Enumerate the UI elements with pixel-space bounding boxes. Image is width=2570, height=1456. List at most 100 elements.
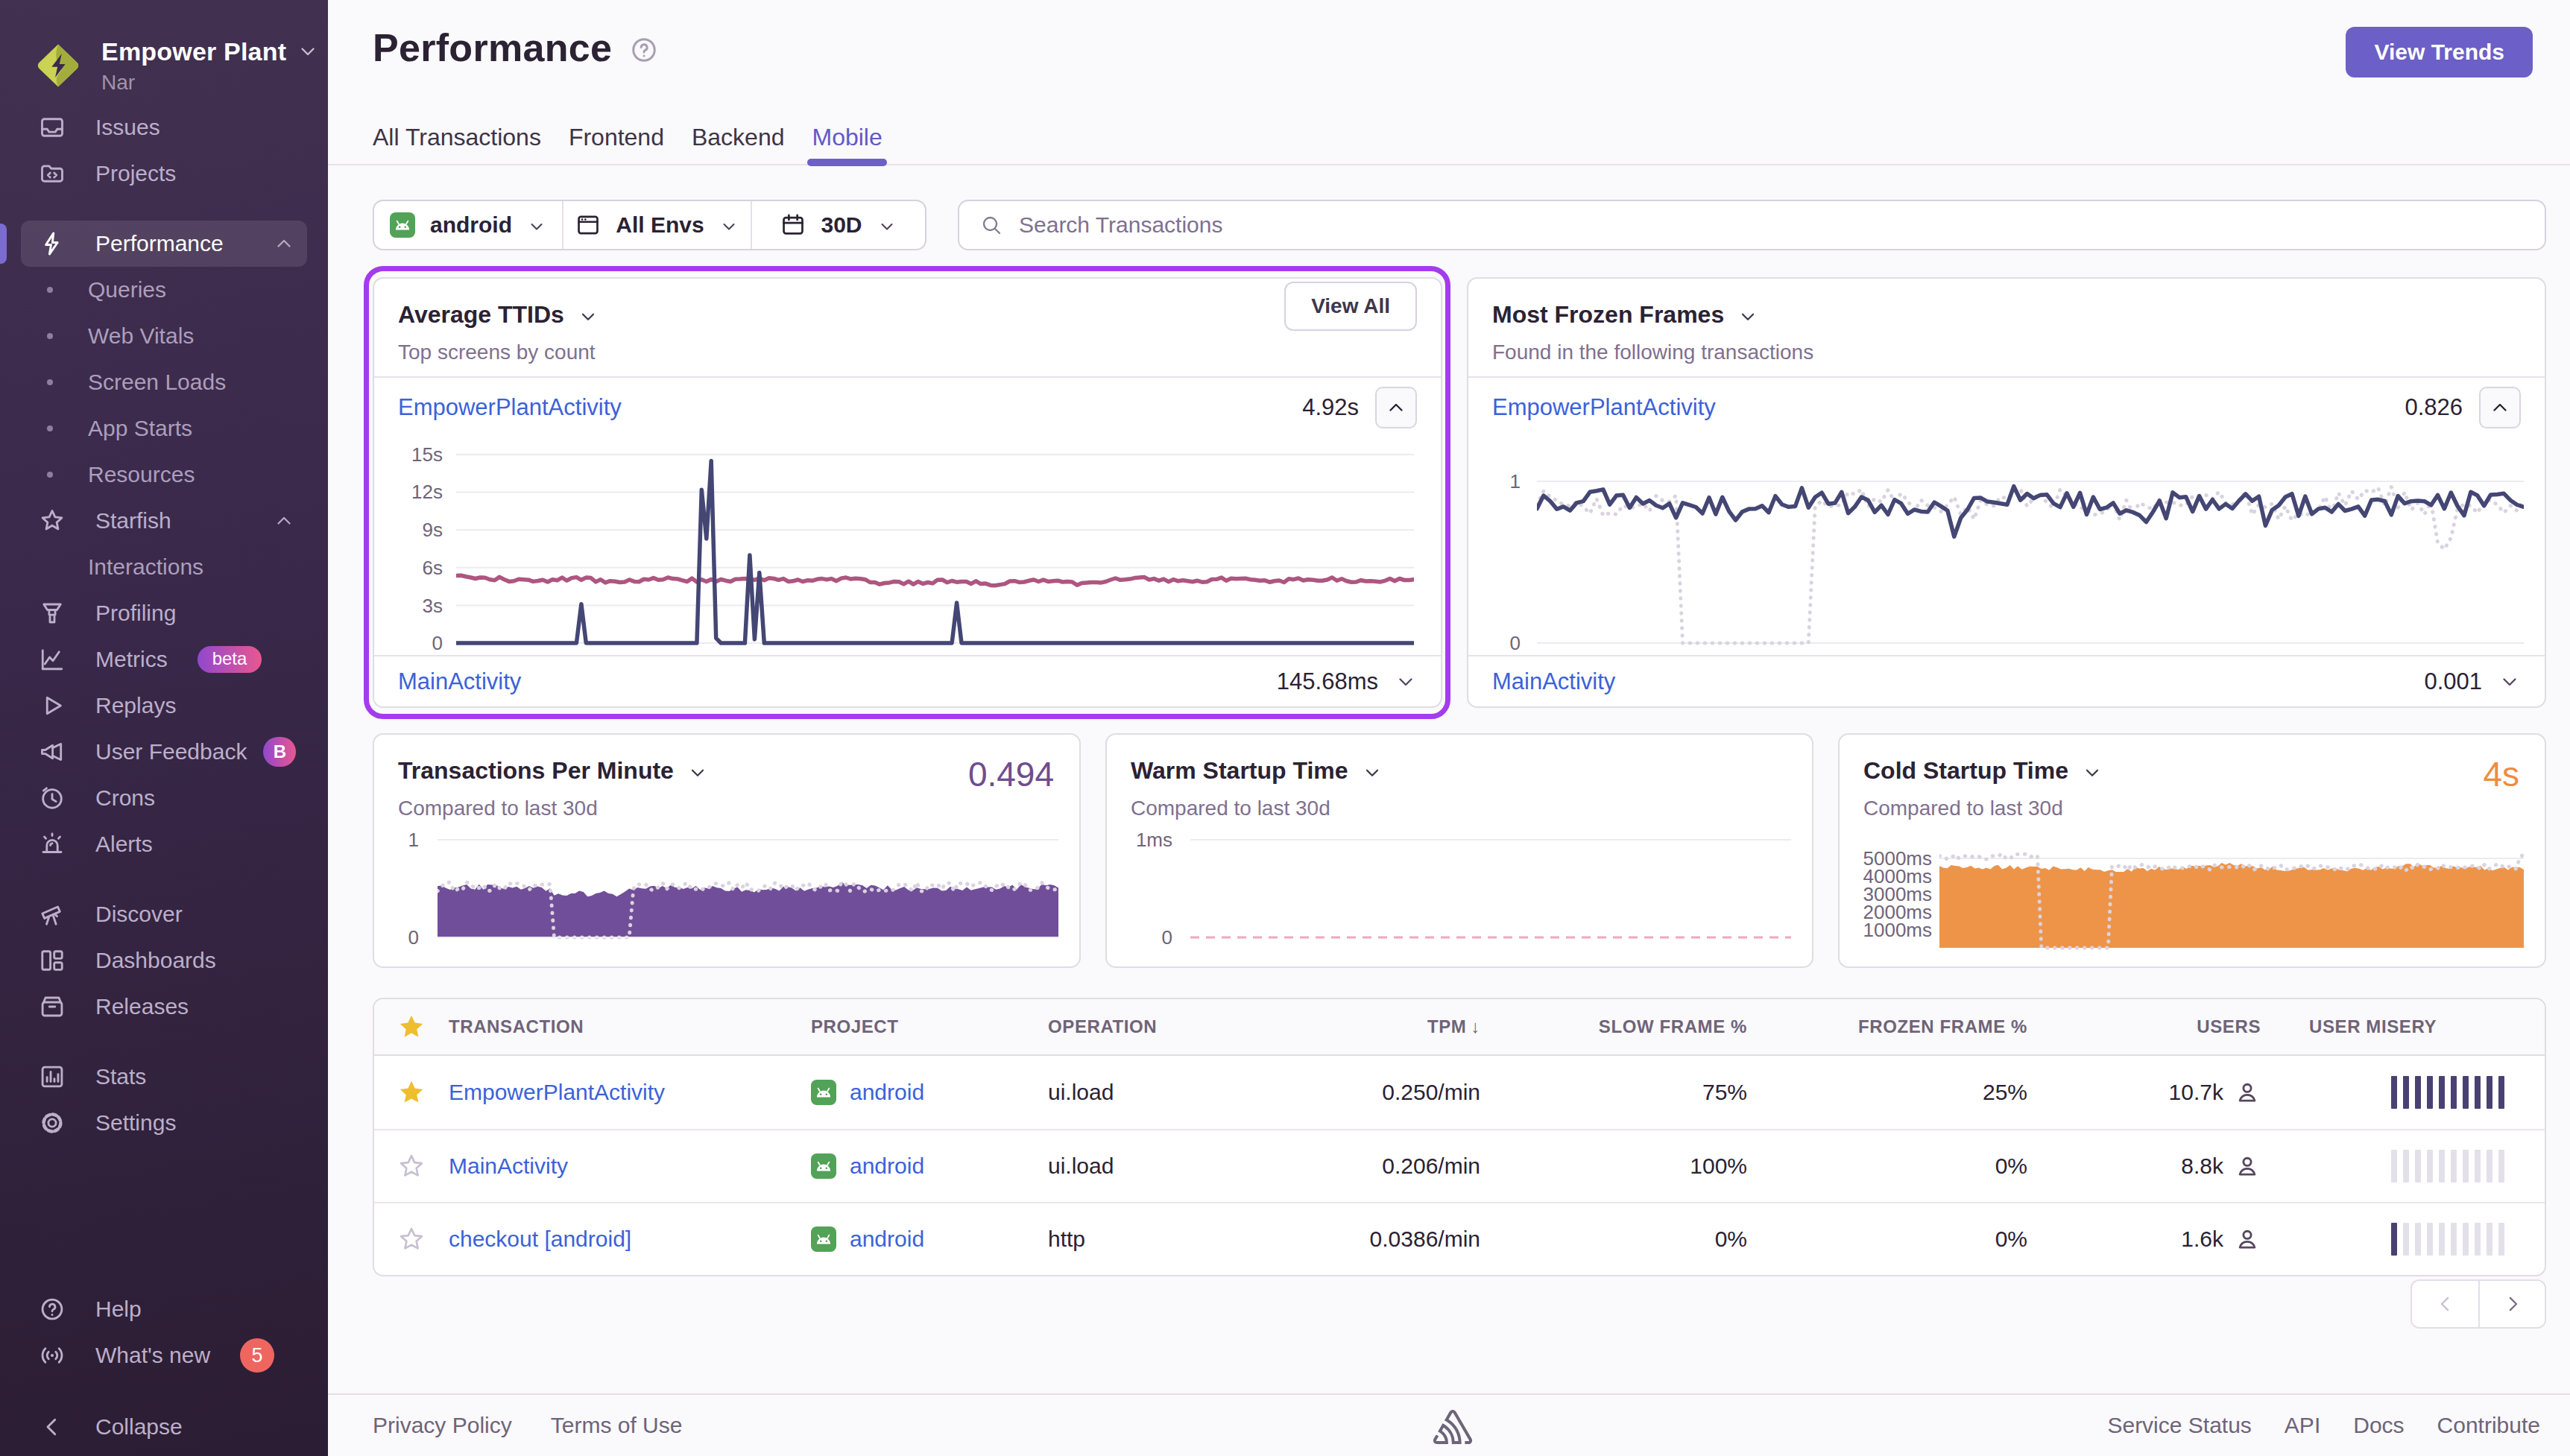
sidebar-item-dashboards[interactable]: Dashboards [21, 937, 307, 984]
stats-icon [39, 1063, 66, 1090]
broadcast-icon [39, 1342, 66, 1369]
sidebar-item-discover[interactable]: Discover [21, 891, 307, 937]
sidebar-item-collapse[interactable]: Collapse [21, 1404, 307, 1450]
misery-bar [2391, 1076, 2397, 1109]
misery-bar [2487, 1076, 2492, 1109]
empower-plant-logo-icon [34, 41, 82, 90]
sidebar-item-performance[interactable]: Performance [21, 221, 307, 267]
sidebar-item-issues[interactable]: Issues [21, 104, 307, 151]
tab-all-transactions[interactable]: All Transactions [373, 110, 541, 165]
sidebar-item-interactions[interactable]: Interactions [21, 544, 307, 590]
misery-bar [2391, 1223, 2397, 1256]
col-users[interactable]: USERS [2197, 1016, 2261, 1037]
sidebar-item-screen-loads[interactable]: Screen Loads [21, 359, 307, 405]
tab-frontend[interactable]: Frontend [569, 110, 664, 165]
tab-backend[interactable]: Backend [692, 110, 785, 165]
chevron-down-icon[interactable] [687, 762, 708, 783]
warm-startup-subtitle: Compared to last 30d [1131, 797, 1788, 820]
chevron-down-icon[interactable] [2082, 762, 2103, 783]
footer-link-docs[interactable]: Docs [2353, 1413, 2404, 1438]
view-trends-button[interactable]: View Trends [2346, 27, 2533, 77]
col-user-misery[interactable]: USER MISERY [2261, 1016, 2546, 1037]
sidebar-item-app-starts[interactable]: App Starts [21, 405, 307, 452]
environment-filter[interactable]: All Envs [562, 201, 751, 249]
project-link[interactable]: android [850, 1226, 924, 1252]
star-outline-icon[interactable] [397, 1152, 426, 1180]
chevron-down-icon[interactable] [1395, 671, 1417, 693]
footer-link-api[interactable]: API [2285, 1413, 2320, 1438]
transaction-link[interactable]: MainActivity [449, 1153, 811, 1179]
transaction-link[interactable]: EmpowerPlantActivity [1492, 394, 1716, 421]
project-link[interactable]: android [850, 1080, 924, 1105]
sidebar-item-stats[interactable]: Stats [21, 1054, 307, 1100]
sidebar-item-profiling[interactable]: Profiling [21, 590, 307, 636]
footer-link-service-status[interactable]: Service Status [2107, 1413, 2251, 1438]
footer-link-contribute[interactable]: Contribute [2437, 1413, 2540, 1438]
chevron-up-icon [1385, 396, 1407, 419]
previous-page-button[interactable] [2412, 1281, 2478, 1327]
sidebar-item-label: App Starts [88, 416, 192, 441]
sidebar-item-label: What's new [95, 1343, 210, 1368]
col-slow-frame[interactable]: SLOW FRAME % [1599, 1016, 1747, 1037]
chevron-down-icon[interactable] [2498, 671, 2521, 693]
sidebar-item-label: Issues [95, 115, 160, 140]
next-page-button[interactable] [2478, 1281, 2545, 1327]
sidebar-item-metrics[interactable]: Metricsbeta [21, 636, 307, 683]
sidebar-item-whats-new[interactable]: What's new5 [21, 1332, 307, 1379]
sidebar-item-projects[interactable]: Projects [21, 151, 307, 197]
footer-link-privacy-policy[interactable]: Privacy Policy [373, 1413, 512, 1438]
collapse-row-button[interactable] [2479, 387, 2521, 428]
sidebar-item-label: Collapse [95, 1414, 183, 1440]
sidebar-item-starfish[interactable]: Starfish [21, 498, 307, 544]
sidebar-item-crons[interactable]: Crons [21, 775, 307, 821]
misery-bar [2475, 1223, 2481, 1256]
misery-bar [2391, 1150, 2397, 1183]
project-filter[interactable]: android [374, 201, 562, 249]
help-question-icon[interactable] [630, 36, 658, 64]
star-filled-icon[interactable] [397, 1078, 426, 1107]
sidebar-item-user-feedback[interactable]: User FeedbackB [21, 729, 307, 775]
user-icon [2234, 1153, 2261, 1180]
transaction-link[interactable]: EmpowerPlantActivity [398, 394, 622, 421]
sidebar-item-releases[interactable]: Releases [21, 984, 307, 1030]
sidebar-item-help[interactable]: Help [21, 1286, 307, 1332]
sidebar-item-resources[interactable]: Resources [21, 452, 307, 498]
sidebar-item-replays[interactable]: Replays [21, 683, 307, 729]
tpm-cell: 0.206/min [1382, 1153, 1480, 1179]
project-link[interactable]: android [850, 1153, 924, 1179]
collapse-row-button[interactable] [1375, 387, 1417, 428]
transaction-link[interactable]: MainActivity [398, 668, 521, 695]
sidebar-item-settings[interactable]: Settings [21, 1100, 307, 1146]
sidebar-item-queries[interactable]: Queries [21, 267, 307, 313]
view-all-button[interactable]: View All [1284, 282, 1417, 331]
star-column-header-icon[interactable] [397, 1013, 426, 1041]
chevron-down-icon[interactable] [1362, 762, 1383, 783]
chevron-down-icon[interactable] [1737, 306, 1758, 327]
frozen-frame-cell: 0% [1995, 1153, 2027, 1179]
date-range-filter[interactable]: 30D [751, 201, 925, 249]
transaction-link[interactable]: EmpowerPlantActivity [449, 1080, 811, 1105]
misery-bar [2463, 1150, 2469, 1183]
transaction-link[interactable]: checkout [android] [449, 1226, 811, 1252]
tab-mobile[interactable]: Mobile [812, 110, 882, 165]
star-outline-icon[interactable] [397, 1225, 426, 1253]
col-transaction[interactable]: TRANSACTION [449, 1016, 811, 1037]
sidebar-item-web-vitals[interactable]: Web Vitals [21, 313, 307, 359]
search-transactions-box [958, 200, 2546, 250]
search-transactions-input[interactable] [1019, 212, 2524, 238]
slow-frame-cell: 100% [1690, 1153, 1747, 1179]
col-tpm[interactable]: TPM↓ [1427, 1016, 1480, 1037]
col-project[interactable]: PROJECT [811, 1016, 1048, 1037]
col-frozen-frame[interactable]: FROZEN FRAME % [1858, 1016, 2027, 1037]
profiling-icon [39, 600, 66, 627]
operation-cell: ui.load [1048, 1153, 1264, 1179]
sidebar: Empower Plant Nar Issues Projects Performa… [0, 0, 328, 1456]
footer-link-terms-of-use[interactable]: Terms of Use [551, 1413, 683, 1438]
transaction-link[interactable]: MainActivity [1492, 668, 1615, 695]
col-operation[interactable]: OPERATION [1048, 1016, 1264, 1037]
collapsed-transaction-row: MainActivity 145.68ms [374, 655, 1441, 706]
org-switcher[interactable]: Empower Plant Nar [0, 0, 328, 104]
chevron-down-icon[interactable] [578, 306, 599, 327]
sidebar-item-alerts[interactable]: Alerts [21, 821, 307, 867]
warm-startup-chart [1190, 835, 1791, 944]
